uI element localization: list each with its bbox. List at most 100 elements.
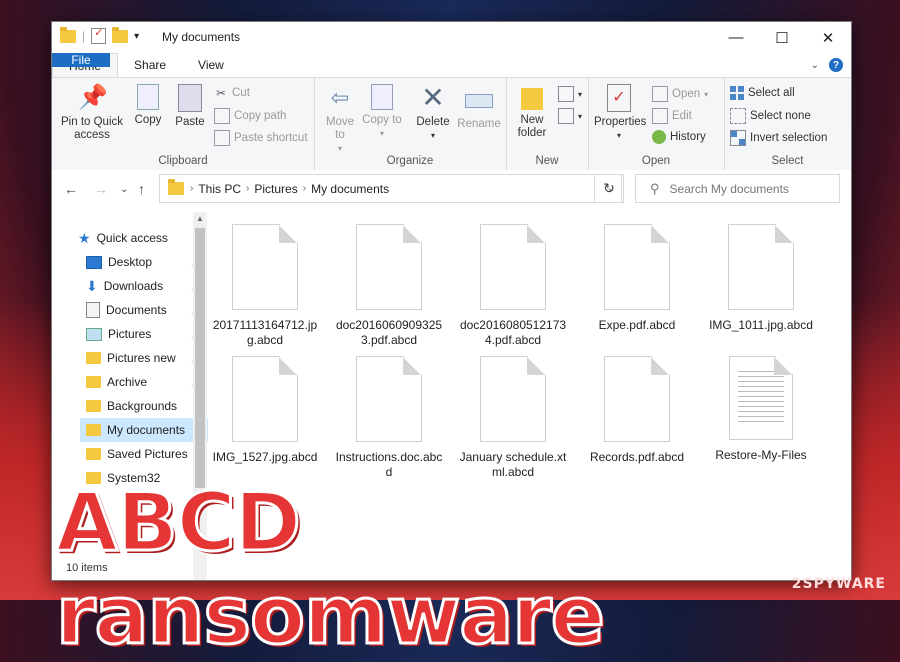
sidebar-item-desktop[interactable]: Desktop📌	[80, 250, 208, 274]
sidebar-item-saved-pictures[interactable]: Saved Pictures	[80, 442, 208, 466]
pin-to-quick-access-button[interactable]: 📌 Pin to Quick access	[58, 84, 126, 142]
open-button[interactable]: Open ▾	[652, 86, 708, 102]
tab-view[interactable]: View	[182, 53, 240, 77]
desktop-icon	[86, 255, 102, 269]
qat-dropdown-icon[interactable]: ▾	[134, 31, 139, 42]
text-document-icon	[729, 356, 793, 440]
tab-file[interactable]: File	[52, 53, 110, 67]
delete-button[interactable]: ✕ Delete ▾	[412, 84, 454, 142]
file-item[interactable]: doc20160805121734.pdf.abcd	[458, 224, 568, 348]
cut-button[interactable]: ✂ Cut	[214, 86, 250, 100]
sidebar-item-pictures[interactable]: Pictures📌	[80, 322, 208, 346]
edit-button[interactable]: Edit	[652, 108, 692, 124]
recent-locations-icon[interactable]: ⌄	[120, 184, 128, 195]
up-arrow-icon[interactable]: ↑	[138, 181, 145, 197]
paste-button[interactable]: Paste	[170, 84, 210, 129]
folder-icon	[86, 376, 101, 388]
new-folder-button[interactable]: New folder	[512, 84, 552, 140]
scissors-icon: ✂	[216, 88, 226, 100]
file-item[interactable]: Restore-My-Files	[706, 356, 816, 463]
quick-access-item[interactable]: ★ Quick access	[78, 226, 206, 250]
breadcrumb-this-pc[interactable]: This PC	[193, 182, 246, 196]
breadcrumb-my-documents[interactable]: My documents	[306, 182, 394, 196]
help-icon[interactable]: ?	[829, 58, 843, 72]
sidebar-item-label: Pictures new	[107, 351, 176, 365]
easy-access-button[interactable]: ▾	[558, 108, 582, 124]
rename-icon	[465, 94, 493, 108]
sidebar-item-documents[interactable]: Documents📌	[80, 298, 208, 322]
copy-button[interactable]: Copy	[128, 84, 168, 127]
sidebar-item-backgrounds[interactable]: Backgrounds	[80, 394, 208, 418]
file-item[interactable]: Records.pdf.abcd	[582, 356, 692, 465]
sidebar-item-label: My documents	[107, 423, 186, 437]
tab-share[interactable]: Share	[118, 53, 182, 77]
address-bar[interactable]: › This PC › Pictures › My documents ⌄	[159, 174, 622, 203]
history-icon	[652, 130, 666, 144]
sidebar-item-downloads[interactable]: ⬇Downloads📌	[80, 274, 208, 298]
download-icon: ⬇	[86, 277, 98, 294]
close-button[interactable]: ✕	[805, 22, 851, 53]
minimize-button[interactable]: —	[713, 22, 759, 53]
file-item[interactable]: IMG_1011.jpg.abcd	[706, 224, 816, 333]
file-item[interactable]: IMG_1527.jpg.abcd	[210, 356, 320, 465]
file-item[interactable]: Expe.pdf.abcd	[582, 224, 692, 333]
refresh-button[interactable]: ↻	[594, 174, 624, 203]
select-all-icon	[730, 86, 744, 100]
headline-overlay: ABCD ransomware	[55, 475, 607, 662]
pictures-icon	[86, 327, 102, 341]
rename-button[interactable]: Rename	[456, 84, 502, 131]
paste-shortcut-icon	[214, 130, 230, 146]
file-name: IMG_1011.jpg.abcd	[709, 318, 813, 332]
new-folder-icon[interactable]	[112, 26, 129, 43]
blank-file-icon	[480, 224, 546, 310]
file-item[interactable]: January schedule.xtml.abcd	[458, 356, 568, 480]
sidebar-item-label: Archive	[107, 375, 148, 389]
new-folder-icon	[521, 88, 543, 110]
sidebar-item-archive[interactable]: Archive📌	[80, 370, 208, 394]
sidebar-item-label: Saved Pictures	[107, 447, 188, 461]
properties-check-icon[interactable]: ✓	[91, 27, 107, 44]
new-item-button[interactable]: ▾	[558, 86, 582, 102]
invert-selection-button[interactable]: Invert selection	[730, 130, 827, 146]
file-item[interactable]: doc20160609093253.pdf.abcd	[334, 224, 444, 348]
organize-group: ⇦ Move to ▾ Copy to ▾ ✕ Delete ▾ Rename Org…	[314, 78, 507, 170]
ribbon: 📌 Pin to Quick access Copy Paste ✂ Cut C…	[52, 77, 851, 171]
maximize-button[interactable]: ☐	[759, 22, 805, 53]
clipboard-group: 📌 Pin to Quick access Copy Paste ✂ Cut C…	[52, 78, 315, 170]
file-name: Records.pdf.abcd	[589, 450, 685, 464]
scrollbar-thumb[interactable]	[195, 228, 205, 488]
folder-icon	[86, 448, 101, 460]
blank-file-icon	[480, 356, 546, 442]
sidebar-item-my-documents[interactable]: My documents	[80, 418, 208, 442]
search-box[interactable]: ⚲ Search My documents	[635, 174, 840, 203]
window-title: My documents	[162, 30, 241, 44]
file-item[interactable]: Instructions.doc.abcd	[334, 356, 444, 480]
blank-file-icon	[356, 356, 422, 442]
select-none-button[interactable]: Select none	[730, 108, 811, 124]
file-item[interactable]: 20171113164712.jpg.abcd	[210, 224, 320, 348]
easy-access-icon	[558, 108, 574, 124]
sidebar-item-label: Pictures	[108, 327, 152, 341]
properties-button[interactable]: ✓ Properties ▾	[594, 84, 646, 142]
folder-icon	[86, 400, 101, 412]
breadcrumb-pictures[interactable]: Pictures	[249, 182, 302, 196]
new-item-icon	[558, 86, 574, 102]
file-name: Expe.pdf.abcd	[598, 318, 676, 332]
paste-shortcut-button[interactable]: Paste shortcut	[214, 130, 308, 146]
move-to-icon: ⇦	[330, 85, 350, 110]
copy-to-button[interactable]: Copy to ▾	[362, 84, 402, 140]
move-to-button[interactable]: ⇦ Move to ▾	[320, 84, 360, 155]
search-icon: ⚲	[650, 180, 660, 196]
scroll-up-icon[interactable]: ▲	[196, 214, 204, 223]
pin-icon: 📌	[78, 84, 108, 111]
select-all-button[interactable]: Select all	[730, 86, 795, 100]
copy-icon	[137, 84, 159, 110]
documents-icon	[86, 302, 100, 318]
copy-path-button[interactable]: Copy path	[214, 108, 286, 124]
forward-arrow-icon[interactable]: →	[94, 181, 108, 197]
ribbon-collapse-icon[interactable]: ⌄	[811, 60, 819, 71]
history-button[interactable]: History	[652, 130, 706, 144]
sidebar-item-pictures-new[interactable]: Pictures new📌	[80, 346, 208, 370]
sidebar-item-label: Documents	[106, 303, 167, 317]
back-arrow-icon[interactable]: ←	[64, 181, 78, 197]
